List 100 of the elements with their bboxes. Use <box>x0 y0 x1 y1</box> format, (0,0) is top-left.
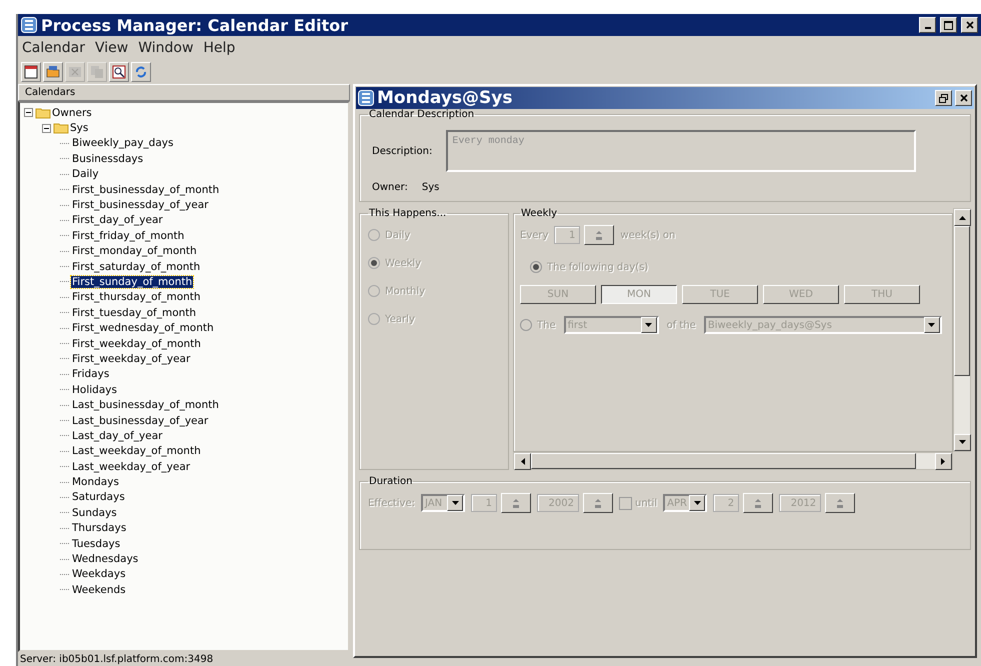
field-label: Effective: <box>368 498 415 508</box>
caret-icon <box>645 322 652 328</box>
tree-item[interactable]: Fridays <box>71 368 110 380</box>
tree-item[interactable]: First_monday_of_month <box>71 245 198 258</box>
field-label: Owner: <box>372 182 408 193</box>
radio-button[interactable] <box>520 319 532 331</box>
tree-item[interactable]: Last_day_of_year <box>71 430 164 442</box>
spinner-button[interactable] <box>743 493 774 513</box>
left-arrow-icon <box>520 458 525 465</box>
spin-arrows-icon <box>510 497 522 509</box>
caret-icon <box>694 500 701 506</box>
spinner-button[interactable] <box>825 493 856 513</box>
group-title: This Happens... <box>368 208 448 219</box>
tree-item[interactable]: Weekdays <box>71 568 127 580</box>
folder-icon <box>46 65 60 79</box>
tree-item[interactable]: Sundays <box>71 506 118 519</box>
field-label: Every <box>520 230 548 240</box>
tree-item[interactable]: First_businessday_of_month <box>71 184 220 196</box>
spinner-button[interactable] <box>501 493 531 513</box>
spinner-button[interactable] <box>584 225 614 245</box>
tree-item[interactable]: Thursdays <box>71 522 128 534</box>
checkbox[interactable] <box>619 496 632 510</box>
restore-button[interactable] <box>935 90 952 106</box>
radio-label: The <box>537 320 556 330</box>
tree-item[interactable]: Owners <box>51 106 93 119</box>
close-icon <box>960 94 968 102</box>
tree-item[interactable]: Daily <box>71 168 100 180</box>
checkbox-label: until <box>635 498 658 508</box>
delete-icon <box>68 65 82 79</box>
owner-value: Sys <box>422 182 440 193</box>
close-button[interactable] <box>955 90 972 106</box>
menu-item[interactable]: Help <box>203 40 236 56</box>
up-arrow-icon <box>959 215 966 220</box>
radio-label: Yearly <box>385 314 415 324</box>
inner-window-title: Mondays@Sys <box>377 88 514 108</box>
tree-item[interactable]: First_wednesday_of_month <box>71 322 215 334</box>
refresh-icon <box>134 65 148 79</box>
tree-item[interactable]: First_tuesday_of_month <box>71 306 198 319</box>
tree-item[interactable]: First_weekday_of_year <box>71 352 192 365</box>
copy-icon <box>90 65 104 79</box>
tree-item[interactable]: Wednesdays <box>71 553 140 566</box>
tree-item[interactable]: First_friday_of_month <box>71 230 186 242</box>
maximize-button[interactable] <box>940 17 957 33</box>
calendar-icon <box>24 65 38 79</box>
group-title: Duration <box>368 476 414 487</box>
spinner-button[interactable] <box>583 493 613 513</box>
group-title: Calendar Description <box>368 109 476 120</box>
tree-item[interactable]: First_businessday_of_year <box>71 199 210 212</box>
panel-header: Calendars <box>18 84 350 101</box>
tree-item[interactable]: Biweekly_pay_days <box>71 137 174 150</box>
tree-item[interactable]: Last_businessday_of_year <box>71 414 210 426</box>
collapse-icon[interactable] <box>24 108 33 118</box>
radio-label: Monthly <box>385 286 426 296</box>
tree-item[interactable]: Holidays <box>71 384 118 396</box>
radio-button[interactable] <box>530 261 542 273</box>
caret-icon <box>452 500 458 506</box>
tree-item[interactable]: Saturdays <box>71 491 126 504</box>
status-text: Server: ib05b01.lsf.platform.com:3498 <box>19 652 214 666</box>
app-icon <box>358 90 374 106</box>
tree-item[interactable]: First_sunday_of_month <box>71 276 194 288</box>
tree-item[interactable]: Last_weekday_of_month <box>71 445 202 458</box>
tree-item[interactable]: Businessdays <box>71 152 144 165</box>
tree-item[interactable]: Tuesdays <box>71 538 122 550</box>
tree-item[interactable]: Last_weekday_of_year <box>71 460 192 473</box>
horizontal-scrollbar[interactable] <box>513 452 953 470</box>
menu-item[interactable]: Window <box>138 40 194 56</box>
menu-item[interactable]: View <box>94 40 128 56</box>
down-arrow-icon <box>959 440 966 445</box>
toolbar-button[interactable] <box>109 62 129 82</box>
menu-item[interactable]: Calendar <box>22 40 85 56</box>
radio-label: The following day(s) <box>547 262 648 272</box>
tree-item[interactable]: First_day_of_year <box>71 214 164 226</box>
tree-item[interactable]: Weekends <box>71 584 127 596</box>
caret-icon <box>928 322 936 328</box>
tree-item[interactable]: Sys <box>69 122 90 134</box>
close-icon <box>966 21 974 29</box>
toolbar-button[interactable] <box>21 62 41 82</box>
tree-item[interactable]: Last_businessday_of_month <box>71 399 220 412</box>
vertical-scrollbar[interactable] <box>953 208 971 452</box>
tree-item[interactable]: Mondays <box>71 476 120 488</box>
right-arrow-icon <box>941 458 946 465</box>
tree-item[interactable]: First_thursday_of_month <box>71 291 202 304</box>
minimize-button[interactable] <box>919 17 936 33</box>
folder-icon <box>35 106 51 119</box>
restore-icon <box>939 94 948 102</box>
tree-item[interactable]: First_saturday_of_month <box>71 260 202 273</box>
window-title: Process Manager: Calendar Editor <box>41 16 350 34</box>
tree-item[interactable]: First_weekday_of_month <box>71 338 202 350</box>
radio-label: Daily <box>385 230 410 240</box>
maximize-icon <box>944 20 953 30</box>
field-label: week(s) on <box>620 230 676 240</box>
close-button[interactable] <box>961 17 978 33</box>
spin-arrows-icon <box>592 497 604 509</box>
app-icon <box>21 17 37 33</box>
collapse-icon[interactable] <box>42 124 51 133</box>
folder-icon <box>53 122 69 134</box>
radio-label: Weekly <box>385 258 422 268</box>
field-label: of the <box>666 320 696 330</box>
field-label: Description: <box>372 146 432 156</box>
preview-icon <box>112 65 126 79</box>
